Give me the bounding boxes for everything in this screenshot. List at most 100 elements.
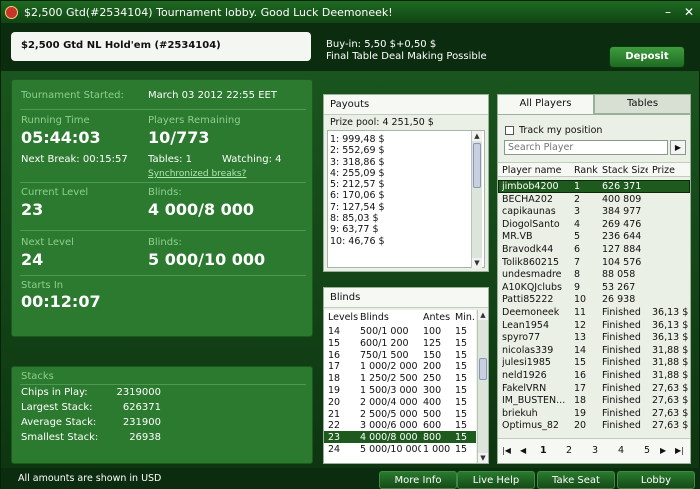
search-go-icon[interactable]: ▶: [670, 140, 686, 155]
search-player-input[interactable]: [504, 140, 668, 155]
blinds-cell: 14: [328, 326, 341, 337]
track-label: Track my position: [519, 125, 603, 136]
blinds-cell: 1 000/2 000: [360, 361, 418, 373]
first-page-icon[interactable]: |◀: [502, 446, 511, 455]
title-bar[interactable]: $2,500 Gtd(#2534104) Tournament lobby. G…: [1, 1, 700, 23]
scroll-up-icon[interactable]: ▲: [472, 131, 482, 141]
payout-item: 6: 170,06 $: [330, 190, 385, 202]
player-cell: 14: [574, 344, 587, 356]
track-checkbox[interactable]: [505, 126, 514, 135]
players-remaining-label: Players Remaining: [148, 115, 241, 126]
last-page-icon[interactable]: ▶|: [675, 446, 684, 455]
page-link[interactable]: 4: [618, 445, 624, 456]
blinds-cell: 20: [328, 396, 341, 408]
page-link[interactable]: 2: [566, 445, 572, 456]
page-link[interactable]: 1: [540, 445, 547, 456]
synchronized-breaks-link[interactable]: Synchronized breaks?: [148, 169, 246, 179]
player-cell: A10KQJclubs: [502, 281, 562, 293]
player-cell: 1: [574, 181, 581, 192]
scroll-down-icon[interactable]: ▼: [478, 453, 488, 463]
blinds-cell: 1 250/2 500: [360, 373, 418, 385]
smallest-stack-row: Smallest Stack: 26938: [21, 432, 161, 443]
blinds-cell: 1 500/3 000: [360, 385, 418, 396]
blinds-cell: 100: [423, 326, 442, 337]
lobby-button[interactable]: Lobby: [617, 471, 695, 489]
next-page-icon[interactable]: ▶: [660, 446, 666, 455]
players-panel: Track my position ▶ Player name Rank Stack…: [497, 114, 691, 464]
blinds-cell: 23: [328, 432, 341, 444]
buyin-info: Buy-in: 5,50 $+0,50 $ Final Table Deal M…: [326, 39, 487, 63]
payout-item: 4: 255,09 $: [330, 167, 385, 179]
player-cell: undesmadre: [502, 269, 562, 281]
scroll-thumb[interactable]: [479, 358, 487, 380]
starts-in-label: Starts In: [21, 280, 64, 291]
blinds-title: Blinds: [324, 288, 488, 308]
page-link[interactable]: 5: [644, 445, 650, 456]
starts-in-value: 00:12:07: [21, 292, 101, 311]
scroll-up-icon[interactable]: ▲: [478, 310, 488, 320]
player-cell: 31,88 $: [652, 344, 689, 356]
player-cell: 6: [574, 244, 581, 255]
blinds-cell: 600: [423, 420, 442, 432]
blinds-cell: 15: [455, 432, 468, 444]
player-cell: 626 371: [602, 181, 642, 192]
player-cell: Finished: [602, 307, 641, 318]
payout-item: 3: 318,86 $: [330, 156, 385, 168]
current-level-label: Current Level: [21, 187, 89, 198]
blinds-cell: 18: [328, 373, 341, 385]
player-cell: 127 884: [602, 244, 642, 255]
player-cell: Tolik860215: [502, 256, 560, 268]
player-cell: 236 644: [602, 231, 642, 243]
blinds-cell: 15: [455, 361, 468, 373]
blinds-cell: 300: [423, 385, 442, 396]
next-blinds-label: Blinds:: [148, 237, 182, 248]
player-cell: BECHA202: [502, 193, 553, 205]
divider: [20, 384, 306, 385]
payouts-panel: Payouts Prize pool: 4 251,50 $ 1: 999,48…: [323, 94, 489, 272]
player-cell: 36,13 $: [652, 319, 689, 331]
more-info-button[interactable]: More Info: [379, 471, 457, 489]
current-blinds-value: 4 000/8 000: [148, 200, 255, 219]
divider: [20, 109, 306, 110]
player-cell: 20: [574, 420, 587, 432]
payouts-scrollbar[interactable]: ▲ ▼: [471, 131, 482, 268]
prev-page-icon[interactable]: ◀: [520, 446, 526, 455]
player-cell: Bravodk44: [502, 244, 554, 255]
player-cell: 19: [574, 407, 587, 419]
player-cell: 7: [574, 256, 581, 268]
player-cell: 11: [574, 307, 587, 318]
average-stack-row: Average Stack: 231900: [21, 417, 161, 428]
take-seat-button[interactable]: Take Seat: [537, 471, 615, 489]
blinds-col-header: Min.: [455, 312, 475, 323]
player-cell: 27,63 $: [652, 420, 689, 432]
player-cell: 13: [574, 332, 587, 344]
payout-item: 2: 552,69 $: [330, 145, 385, 157]
page-link[interactable]: 3: [592, 445, 598, 456]
tab-tables[interactable]: Tables: [594, 94, 691, 114]
blinds-scrollbar[interactable]: ▲ ▼: [477, 310, 488, 463]
live-help-button[interactable]: Live Help: [457, 471, 535, 489]
scroll-thumb[interactable]: [473, 143, 481, 188]
tab-all-players[interactable]: All Players: [497, 94, 594, 114]
close-icon[interactable]: ✕: [680, 5, 698, 19]
player-cell: 26 938: [602, 294, 636, 306]
minimize-icon[interactable]: –: [659, 5, 677, 19]
stat-label: Smallest Stack:: [21, 432, 99, 443]
player-cell: 31,88 $: [652, 370, 689, 381]
player-cell: 15: [574, 357, 587, 369]
stat-value: 26938: [129, 432, 161, 443]
blinds-cell: 750/1 500: [360, 349, 409, 361]
player-cell: 31,88 $: [652, 357, 689, 369]
player-cell: Lean1954: [502, 319, 549, 331]
player-cell: Patti85222: [502, 294, 554, 306]
next-break: Next Break: 00:15:57: [21, 154, 128, 165]
scroll-down-icon[interactable]: ▼: [472, 258, 482, 268]
blinds-cell: 200: [423, 361, 442, 373]
tournament-info-panel: Tournament Started: March 03 2012 22:55 …: [11, 79, 313, 337]
player-cell: 104 576: [602, 256, 642, 268]
deposit-button[interactable]: Deposit: [609, 46, 685, 68]
players-tabs: All Players Tables: [497, 94, 691, 114]
player-cell: 17: [574, 382, 587, 394]
blinds-col-header: Blinds: [360, 312, 389, 323]
blinds-cell: 500: [423, 408, 442, 420]
